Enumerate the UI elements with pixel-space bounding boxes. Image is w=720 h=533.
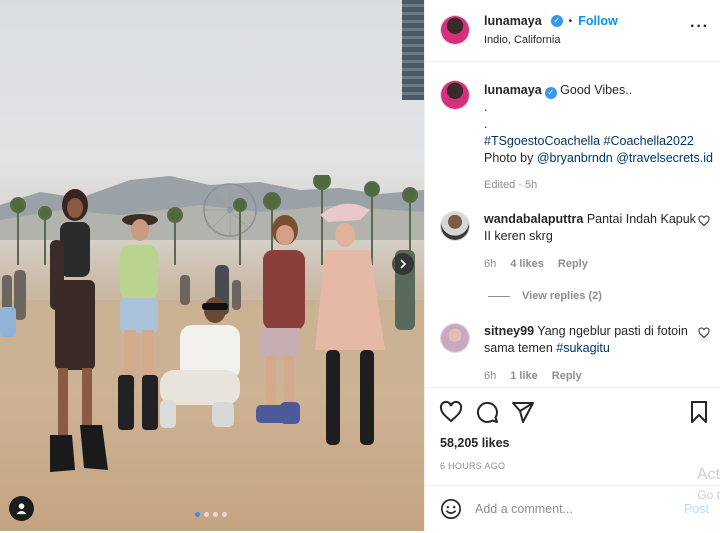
comment-time: 6h [484, 258, 497, 270]
post-details-panel: lunamaya ✓ • Follow Indio, California ··… [424, 0, 720, 531]
reply-button[interactable]: Reply [552, 370, 582, 382]
commenter-username[interactable]: sitney99 [484, 324, 534, 338]
commenter-username[interactable]: wandabalaputtra [484, 212, 583, 226]
likes-count[interactable]: 58,205 likes [440, 436, 510, 450]
tagged-users-button[interactable] [9, 496, 34, 521]
caption-username[interactable]: lunamaya [484, 83, 542, 97]
avatar[interactable] [440, 80, 470, 110]
group-of-friends [50, 189, 385, 472]
post-header: lunamaya ✓ • Follow Indio, California ··… [425, 0, 720, 62]
username[interactable]: lunamaya [484, 14, 542, 28]
post-timestamp[interactable]: 6 HOURS AGO [440, 461, 505, 471]
comment-meta: 6h 1 like Reply [484, 370, 582, 382]
carousel-dot-4 [222, 512, 227, 517]
follow-button[interactable]: Follow [578, 14, 618, 28]
verified-icon: ✓ [550, 15, 563, 27]
comment-likes[interactable]: 4 likes [510, 258, 544, 270]
carousel-dot-3 [213, 512, 218, 517]
post-photo[interactable] [0, 0, 424, 531]
reply-button[interactable]: Reply [558, 258, 588, 270]
commenter-avatar[interactable] [440, 323, 470, 353]
view-replies-label: View replies (2) [522, 290, 602, 302]
replies-divider [488, 295, 510, 297]
activation-watermark: Act [696, 466, 720, 483]
comment-hashtag[interactable]: #sukagitu [556, 341, 610, 355]
caption-dot: . [484, 100, 488, 114]
user-icon [16, 503, 27, 515]
heart-icon[interactable] [698, 215, 710, 227]
caption-mentions[interactable]: @bryanbrndn @travelsecrets.id [537, 151, 713, 165]
more-options-icon[interactable]: ··· [690, 18, 709, 36]
speaker-tower [402, 0, 424, 100]
caption-dot: . [484, 117, 488, 131]
caption-body: Good Vibes.. [560, 83, 633, 97]
emoji-smiley-icon[interactable] [440, 498, 462, 520]
verified-icon: ✓ [544, 87, 557, 99]
comment-likes[interactable]: 1 like [510, 370, 538, 382]
carousel-dot-2 [204, 512, 209, 517]
caption-credit: Photo by [484, 151, 534, 165]
comment-input[interactable] [475, 498, 675, 520]
caption-time[interactable]: 5h [525, 179, 537, 191]
comment-time: 6h [484, 370, 497, 382]
caption-text: lunamaya ✓ Good Vibes.. . . #TSgoestoCoac… [484, 83, 714, 191]
commenter-avatar[interactable] [440, 211, 470, 241]
separator-dot: • [568, 15, 573, 27]
comment-text: wandabalaputtra Pantai Indah Kapuk II ke… [484, 211, 699, 245]
caption-hashtags[interactable]: #TSgoestoCoachella #Coachella2022 [484, 133, 714, 150]
save-bookmark-icon[interactable] [687, 400, 711, 424]
edited-label: Edited [484, 179, 516, 191]
activation-watermark-sub: Go t [697, 488, 720, 502]
heart-icon[interactable] [698, 327, 710, 339]
chevron-right-icon [400, 259, 407, 269]
next-photo-button[interactable] [392, 253, 414, 275]
carousel-dot-1 [195, 512, 200, 517]
instagram-post-modal: lunamaya ✓ • Follow Indio, California ··… [0, 0, 720, 533]
carousel-indicator [195, 512, 227, 517]
like-heart-icon[interactable] [439, 400, 463, 424]
comment-meta: 6h 4 likes Reply [484, 258, 588, 270]
avatar[interactable] [440, 15, 470, 45]
location-link[interactable]: Indio, California [484, 34, 560, 46]
post-comment-button[interactable]: Post [684, 502, 709, 516]
comment-text: sitney99 Yang ngeblur pasti di fotoin sa… [484, 323, 699, 357]
add-comment-bar: Post [425, 485, 720, 531]
share-send-icon[interactable] [511, 400, 535, 424]
view-replies-button[interactable]: View replies (2) [488, 290, 602, 302]
comment-bubble-icon[interactable] [475, 400, 499, 424]
